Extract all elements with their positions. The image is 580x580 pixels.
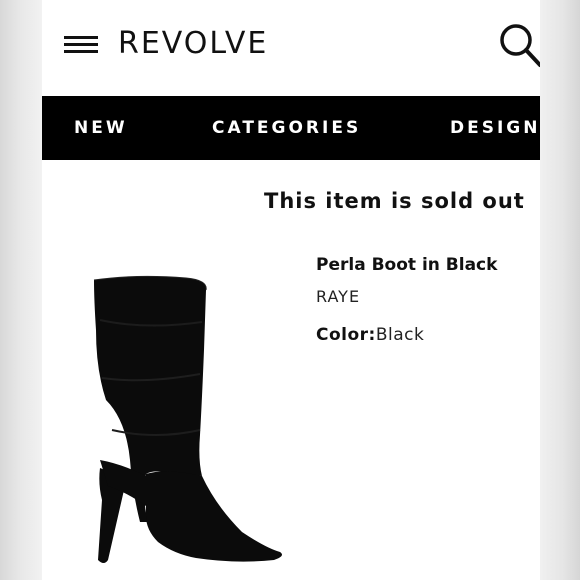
product-color: Color:Black	[316, 322, 424, 348]
product-brand-link[interactable]: RAYE	[316, 285, 360, 309]
product-image-boot[interactable]	[66, 260, 296, 580]
left-blur-margin	[0, 0, 42, 580]
product-title: Perla Boot in Black	[316, 255, 498, 275]
nav-item-designers[interactable]: DESIGNERS	[450, 96, 540, 160]
nav-item-new[interactable]: NEW	[74, 96, 128, 160]
phone-screen: REVOLVE NEW CATEGORIES DESIGNERS This it…	[42, 0, 540, 580]
hamburger-menu-icon[interactable]	[64, 34, 100, 56]
right-blur-margin	[540, 0, 580, 580]
color-label: Color:	[316, 325, 376, 345]
site-header: REVOLVE	[42, 0, 540, 96]
category-nav-bar: NEW CATEGORIES DESIGNERS	[42, 96, 540, 160]
nav-item-categories[interactable]: CATEGORIES	[212, 96, 361, 160]
color-value: Black	[375, 325, 425, 345]
revolve-logo[interactable]: REVOLVE	[118, 24, 268, 64]
search-icon[interactable]	[498, 22, 540, 68]
sold-out-notice: This item is sold out	[264, 189, 525, 213]
